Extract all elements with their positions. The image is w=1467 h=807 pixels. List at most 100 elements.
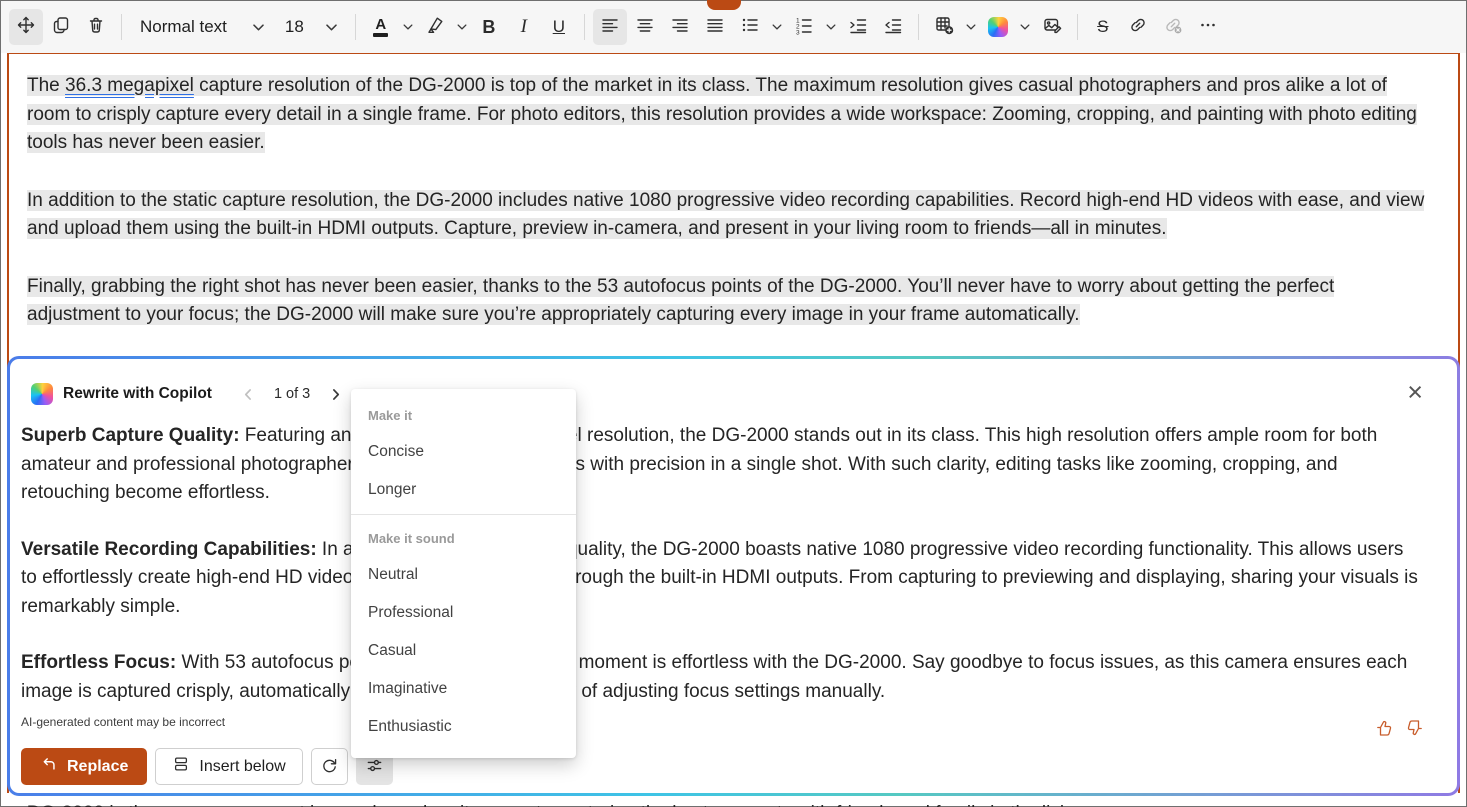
copilot-menu-chevron[interactable]: [1016, 9, 1034, 45]
panel-title: Rewrite with Copilot: [63, 385, 212, 403]
replace-label: Replace: [67, 758, 128, 776]
menu-item-imaginative[interactable]: Imaginative: [351, 670, 576, 708]
italic-button[interactable]: I: [507, 9, 541, 45]
highlight-button[interactable]: [418, 9, 452, 45]
indent-increase-icon: [848, 15, 868, 40]
suggestion-body: With 53 autofocus points, capturing the …: [21, 652, 1407, 702]
document-paragraph: In addition to the static capture resolu…: [27, 187, 1428, 244]
paragraph-text: In addition to the static capture resolu…: [27, 190, 1424, 240]
toolbar-divider: [918, 14, 919, 40]
menu-section-header: Make it sound: [351, 520, 576, 556]
paragraph-style-label: Normal text: [140, 17, 227, 37]
bullet-list-icon: [740, 15, 760, 40]
underline-icon: U: [553, 17, 565, 37]
align-center-icon: [635, 15, 655, 40]
suggestion-lead: Effortless Focus:: [21, 652, 176, 673]
menu-item-professional[interactable]: Professional: [351, 594, 576, 632]
insert-table-menu-chevron[interactable]: [962, 9, 980, 45]
delete-button[interactable]: [79, 9, 113, 45]
copy-button[interactable]: [44, 9, 78, 45]
insert-below-icon: [172, 755, 190, 778]
insert-image-button[interactable]: [1035, 9, 1069, 45]
copilot-button[interactable]: [981, 9, 1015, 45]
numbered-list-menu-chevron[interactable]: [822, 9, 840, 45]
menu-divider: [351, 514, 576, 515]
suggestion-lead: Versatile Recording Capabilities:: [21, 539, 317, 560]
bullet-list-menu-chevron[interactable]: [768, 9, 786, 45]
menu-item-casual[interactable]: Casual: [351, 632, 576, 670]
indent-increase-button[interactable]: [841, 9, 875, 45]
move-button[interactable]: [9, 9, 43, 45]
next-suggestion-button[interactable]: [324, 383, 346, 405]
close-icon[interactable]: ×: [1407, 379, 1423, 406]
regenerate-button[interactable]: [311, 748, 348, 785]
menu-item-concise[interactable]: Concise: [351, 433, 576, 471]
font-size-dropdown[interactable]: 18: [275, 9, 347, 45]
rewrite-options-menu: Make it Concise Longer Make it sound Neu…: [351, 389, 576, 758]
document-body[interactable]: The 36.3 megapixel capture resolution of…: [9, 54, 1458, 330]
highlight-menu-chevron[interactable]: [453, 9, 471, 45]
toolbar-divider: [1077, 14, 1078, 40]
document-link[interactable]: 36.3 megapixel: [65, 75, 194, 96]
unlink-icon: [1163, 15, 1183, 40]
copilot-icon: [988, 17, 1008, 37]
copilot-icon: [31, 383, 53, 405]
align-left-button[interactable]: [593, 9, 627, 45]
justify-button[interactable]: [698, 9, 732, 45]
move-icon: [16, 15, 36, 40]
indent-decrease-icon: [883, 15, 903, 40]
selection-drag-handle[interactable]: [707, 0, 741, 10]
menu-item-longer[interactable]: Longer: [351, 471, 576, 509]
document-paragraph: Finally, grabbing the right shot has nev…: [27, 273, 1428, 330]
toolbar-divider: [121, 14, 122, 40]
unlink-button[interactable]: [1156, 9, 1190, 45]
copy-icon: [51, 15, 71, 40]
app-window: Normal text 18 A B I U: [0, 0, 1467, 807]
chevron-down-icon: [253, 18, 264, 36]
suggestion-paragraph: Versatile Recording Capabilities: In add…: [21, 536, 1419, 622]
toolbar-divider: [584, 14, 585, 40]
clipped-line-text: is the camera you want in your bag when …: [104, 803, 1139, 807]
more-options-button[interactable]: [1191, 9, 1225, 45]
panel-actions: Replace Insert below: [21, 748, 393, 785]
sliders-icon: [365, 756, 384, 778]
previous-suggestion-button[interactable]: [238, 383, 260, 405]
link-button[interactable]: [1121, 9, 1155, 45]
paragraph-text: The: [27, 75, 65, 96]
thumbs-down-icon[interactable]: [1405, 718, 1425, 738]
align-right-icon: [670, 15, 690, 40]
align-center-button[interactable]: [628, 9, 662, 45]
bold-button[interactable]: B: [472, 9, 506, 45]
indent-decrease-button[interactable]: [876, 9, 910, 45]
suggestion-paragraph: Effortless Focus: With 53 autofocus poin…: [21, 649, 1419, 706]
bullet-list-button[interactable]: [733, 9, 767, 45]
strikethrough-button[interactable]: S: [1086, 9, 1120, 45]
paragraph-text: Finally, grabbing the right shot has nev…: [27, 276, 1334, 326]
document-paragraph: The 36.3 megapixel capture resolution of…: [27, 72, 1428, 158]
font-size-label: 18: [285, 17, 304, 37]
paragraph-style-dropdown[interactable]: Normal text: [130, 9, 274, 45]
suggestion-paragraph: Superb Capture Quality: Featuring an imp…: [21, 422, 1419, 508]
insert-below-label: Insert below: [199, 758, 285, 776]
panel-header: Rewrite with Copilot 1 of 3 ×: [31, 383, 1457, 405]
highlighter-icon: [425, 15, 445, 40]
font-color-menu-chevron[interactable]: [399, 9, 417, 45]
align-left-icon: [600, 15, 620, 40]
replace-button[interactable]: Replace: [21, 748, 147, 785]
copilot-rewrite-panel: Rewrite with Copilot 1 of 3 × Superb Cap…: [7, 356, 1460, 796]
menu-item-enthusiastic[interactable]: Enthusiastic: [351, 708, 576, 746]
numbered-list-button[interactable]: 123: [787, 9, 821, 45]
font-color-button[interactable]: A: [364, 9, 398, 45]
refresh-icon: [320, 756, 339, 778]
ai-disclaimer: AI-generated content may be incorrect: [21, 715, 225, 729]
thumbs-up-icon[interactable]: [1374, 718, 1394, 738]
image-edit-icon: [1042, 15, 1062, 40]
align-right-button[interactable]: [663, 9, 697, 45]
clipped-document-line: DG-2000 is the camera you want in your b…: [27, 800, 1407, 807]
svg-text:3: 3: [796, 29, 800, 35]
underline-button[interactable]: U: [542, 9, 576, 45]
insert-below-button[interactable]: Insert below: [155, 748, 302, 785]
menu-item-neutral[interactable]: Neutral: [351, 556, 576, 594]
suggestion-pagination: 1 of 3: [238, 383, 346, 405]
insert-table-button[interactable]: [927, 9, 961, 45]
